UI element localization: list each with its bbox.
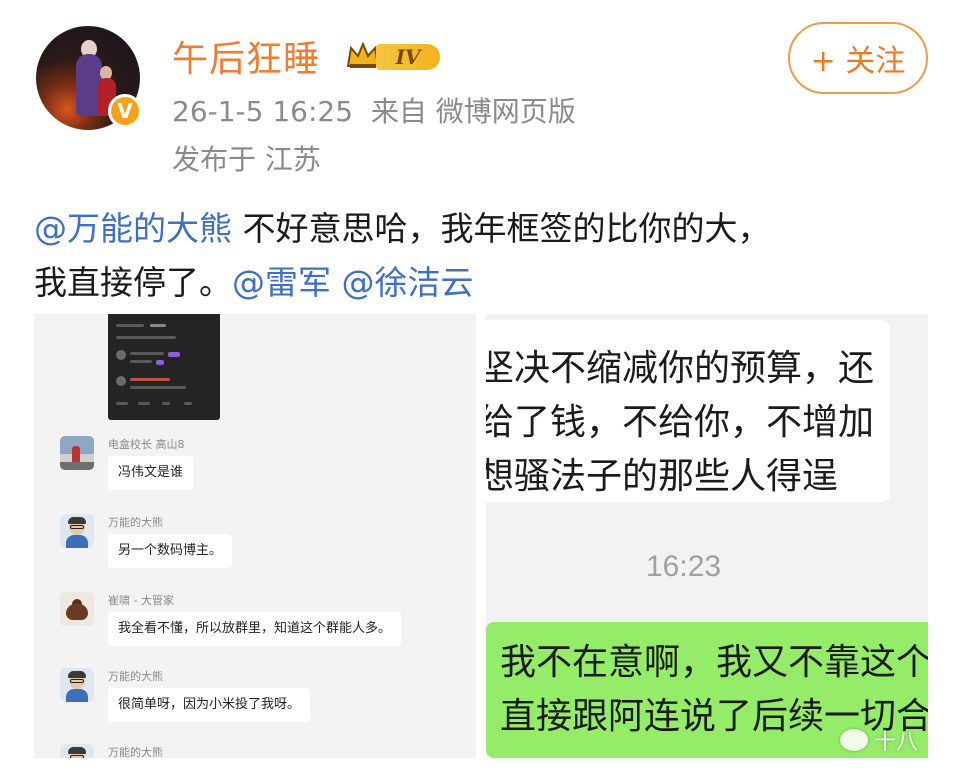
embedded-screenshot-thumbnail bbox=[108, 314, 220, 420]
chat-line: 想骚法子的那些人得逞 bbox=[486, 456, 839, 497]
verified-badge-icon: V bbox=[108, 94, 142, 128]
chat-bubble: 冯伟文是谁 bbox=[108, 456, 194, 490]
bear-avatar bbox=[60, 744, 94, 758]
follow-button[interactable]: + 关注 bbox=[788, 22, 928, 94]
mention-link[interactable]: @徐洁云 bbox=[342, 263, 474, 302]
chat-bubble: 很简单呀，因为小米投了我呀。 bbox=[108, 688, 311, 722]
chat-sender-name: 万能的大熊 bbox=[108, 516, 163, 529]
weibo-logo-icon bbox=[839, 729, 868, 751]
mention-link[interactable]: @万能的大熊 bbox=[34, 209, 232, 248]
chat-sender-name: 崔啸 - 大管家 bbox=[108, 594, 174, 607]
chat-bubble: 我全看不懂，所以放群里，知道这个群能人多。 bbox=[108, 612, 402, 646]
chat-line: 给了钱，不给你，不增加 bbox=[486, 402, 875, 443]
post-text-segment: 不好意思哈，我年框签的比你的大， bbox=[232, 209, 771, 248]
chat-sender-name: 电盒校长 高山8 bbox=[108, 438, 185, 451]
post-text-segment: 我直接停了。 bbox=[34, 263, 232, 302]
post-text: @万能的大熊 不好意思哈，我年框签的比你的大， 我直接停了。@雷军 @徐洁云 bbox=[34, 202, 934, 310]
chat-sender-name: 万能的大熊 bbox=[108, 670, 163, 683]
crown-icon bbox=[346, 42, 380, 68]
gaoshan-avatar bbox=[60, 436, 94, 470]
post-meta: 26-1-5 16:25 来自 微博网页版 bbox=[172, 90, 576, 130]
post-image-right[interactable]: 坚决不缩减你的预算，还 给了钱，不给你，不增加 想骚法子的那些人得逞 16:23… bbox=[486, 314, 928, 758]
username[interactable]: 午后狂睡 bbox=[172, 30, 320, 82]
watermark-text: 十八 bbox=[873, 730, 918, 755]
user-avatar[interactable]: V bbox=[36, 26, 142, 130]
watermark: 十八 bbox=[758, 722, 928, 758]
level-badge-icon: IV bbox=[346, 38, 442, 72]
chat-sender-name: 万能的大熊 bbox=[108, 746, 163, 758]
post-timestamp[interactable]: 26-1-5 16:25 bbox=[172, 95, 353, 128]
bear-avatar bbox=[60, 668, 94, 702]
level-label: IV bbox=[376, 44, 440, 70]
mention-link[interactable]: @雷军 bbox=[232, 263, 331, 302]
teapot-avatar bbox=[60, 592, 94, 626]
chat-bubble-received: 坚决不缩减你的预算，还 给了钱，不给你，不增加 想骚法子的那些人得逞 bbox=[486, 320, 890, 502]
post-image-left[interactable]: 电盒校长 高山8 冯伟文是谁 万能的大熊 另一个数码博主。 崔啸 - 大管家 我… bbox=[34, 314, 476, 758]
bear-avatar bbox=[60, 514, 94, 548]
post-source: 来自 微博网页版 bbox=[370, 95, 576, 128]
chat-line: 坚决不缩减你的预算，还 bbox=[486, 348, 875, 389]
post-location: 发布于 江苏 bbox=[172, 143, 321, 176]
chat-timestamp: 16:23 bbox=[646, 550, 722, 583]
chat-line: 我不在意啊，我又不靠这个 bbox=[500, 642, 928, 683]
chat-bubble: 另一个数码博主。 bbox=[108, 534, 233, 568]
